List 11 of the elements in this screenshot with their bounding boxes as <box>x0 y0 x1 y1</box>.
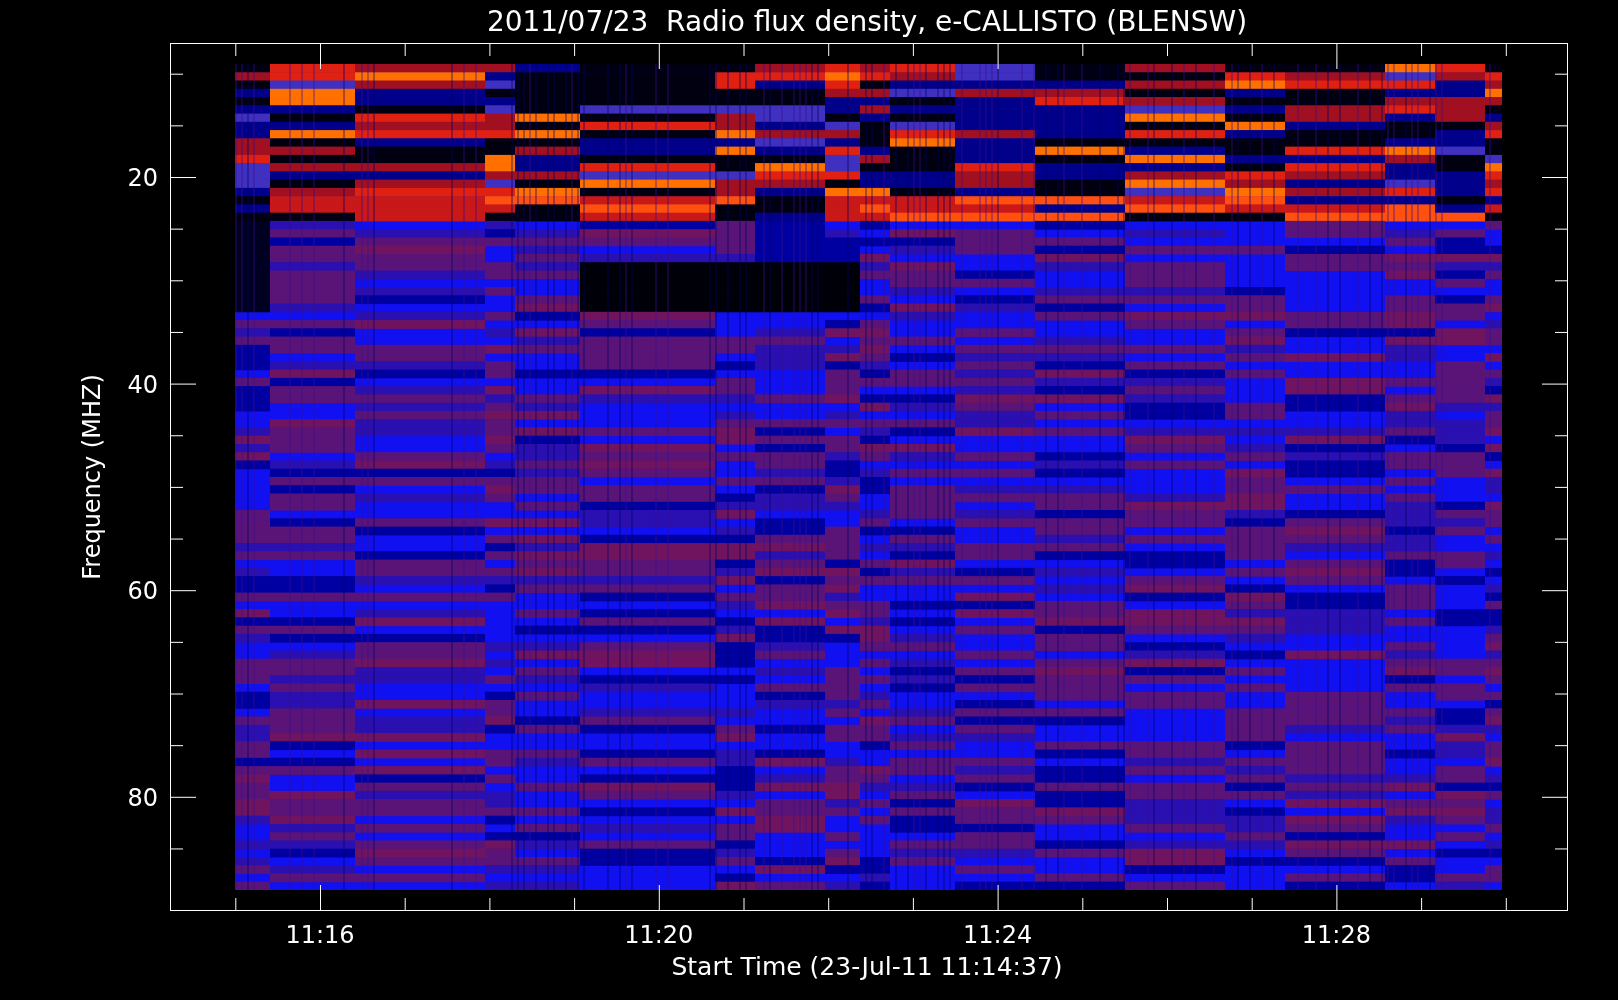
x-tick-label: 11:28 <box>1301 921 1371 949</box>
y-tick-label: 80 <box>127 783 158 812</box>
y-tick-label: 60 <box>127 577 158 606</box>
y-axis-label: Frequency (MHZ) <box>78 374 106 580</box>
y-tick-label: 20 <box>127 164 158 192</box>
x-tick-label: 11:24 <box>963 921 1033 949</box>
chart-title: 2011/07/23 Radio flux density, e-CALLISTO (BLENSW) <box>486 5 1248 38</box>
y-tick-label: 40 <box>127 370 158 399</box>
x-tick-label: 11:20 <box>624 921 694 949</box>
x-axis-label: Start Time (23-Jul-11 11:14:37) <box>671 952 1063 981</box>
x-tick-label: 11:16 <box>285 921 355 949</box>
